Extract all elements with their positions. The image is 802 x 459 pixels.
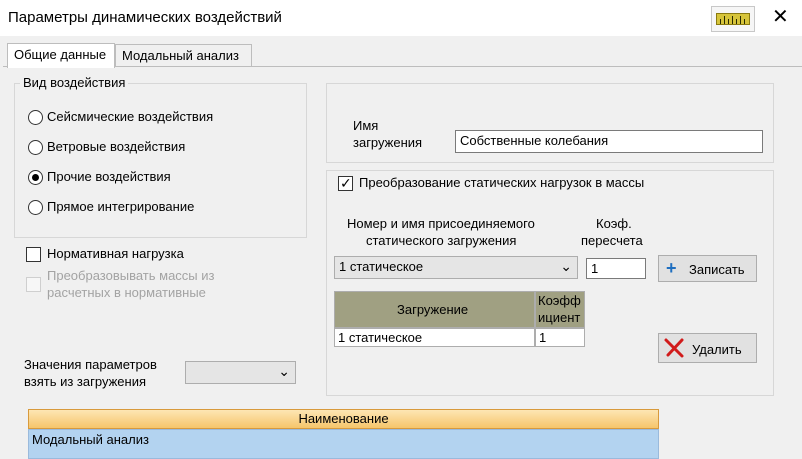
coef-label-1: Коэф. [596, 216, 632, 231]
load-name-input[interactable]: Собственные колебания [455, 130, 763, 153]
tab-general-data[interactable]: Общие данные [7, 43, 115, 68]
grid-header-coef: Коэфф ициент [535, 291, 585, 328]
radio-seismic[interactable] [28, 110, 43, 125]
radio-other[interactable] [28, 170, 43, 185]
attach-load-label-1: Номер и имя присоединяемого [347, 216, 535, 231]
bottom-table-header[interactable]: Наименование [28, 409, 659, 429]
grid-cell-load[interactable]: 1 статическое [334, 328, 535, 347]
write-button-label: Записать [689, 262, 745, 277]
grid-header-load: Загружение [334, 291, 535, 328]
ruler-icon [716, 13, 750, 25]
delete-button[interactable]: Удалить [658, 333, 757, 363]
impact-type-title: Вид воздействия [20, 75, 129, 90]
load-name-label-1: Имя [353, 118, 379, 133]
convert-masses-label-2: расчетных в нормативные [47, 285, 206, 300]
grid-cell-coef[interactable]: 1 [535, 328, 585, 347]
delete-button-label: Удалить [692, 342, 742, 357]
grid-header-coef-label-2: ициент [538, 310, 581, 325]
radio-wind[interactable] [28, 140, 43, 155]
param-values-label-2: взять из загружения [24, 374, 147, 389]
convert-masses-label-1: Преобразовывать массы из [47, 268, 215, 283]
convert-masses-checkbox[interactable] [26, 277, 41, 292]
static-to-mass-checkbox[interactable]: ✓ [338, 175, 353, 191]
attach-load-select[interactable]: 1 статическое ⌄ [334, 256, 578, 279]
attach-load-label-2: статического загружения [366, 233, 517, 248]
radio-direct-integration-label: Прямое интегрирование [47, 199, 195, 214]
tab-modal-analysis[interactable]: Модальный анализ [115, 44, 252, 67]
checkmark-icon: ✓ [340, 175, 352, 191]
plus-icon: + [666, 258, 677, 278]
static-to-mass-label: Преобразование статических нагрузок в ма… [359, 175, 645, 190]
close-icon[interactable]: ✕ [772, 5, 789, 29]
bottom-table-row[interactable]: Модальный анализ [28, 429, 659, 459]
write-button[interactable]: + Записать [658, 255, 757, 282]
radio-direct-integration[interactable] [28, 200, 43, 215]
tab-panel-border [3, 66, 802, 67]
chevron-down-icon: ⌄ [278, 363, 290, 379]
grid-header-load-label: Загружение [397, 302, 469, 317]
ruler-button[interactable] [711, 6, 755, 32]
load-name-label-2: загружения [353, 135, 423, 150]
attach-load-selected: 1 статическое [339, 259, 424, 274]
window-title: Параметры динамических воздействий [8, 9, 282, 26]
impact-type-group [14, 83, 307, 238]
param-values-label-1: Значения параметров [24, 357, 157, 372]
delete-x-icon [662, 336, 688, 363]
coef-input[interactable]: 1 [586, 258, 646, 279]
radio-seismic-label: Сейсмические воздействия [47, 109, 214, 124]
param-values-select[interactable]: ⌄ [185, 361, 296, 384]
coef-label-2: пересчета [581, 233, 643, 248]
normative-load-checkbox[interactable] [26, 247, 41, 262]
radio-other-label: Прочие воздействия [47, 169, 171, 184]
grid-header-coef-label-1: Коэфф [538, 293, 581, 308]
radio-wind-label: Ветровые воздействия [47, 139, 186, 154]
chevron-down-icon: ⌄ [560, 258, 572, 274]
normative-load-label: Нормативная нагрузка [47, 246, 184, 261]
